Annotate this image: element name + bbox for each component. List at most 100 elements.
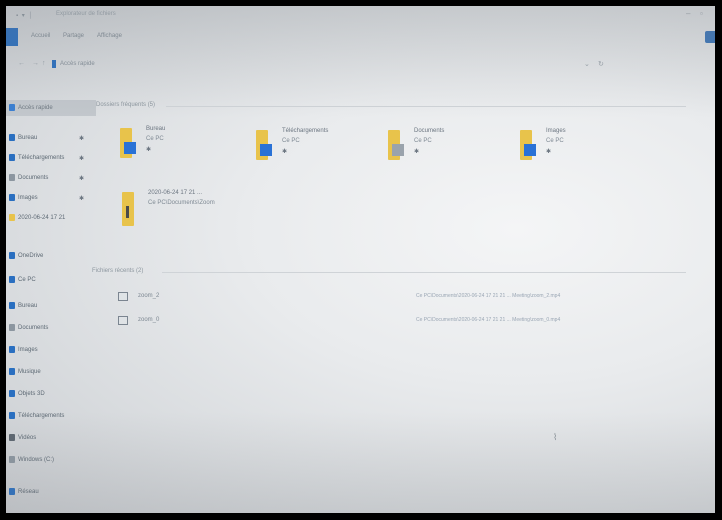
computer-icon [9,276,15,283]
download-icon [9,154,15,161]
folder-name: Images [546,128,566,134]
sidebar-item-label: OneDrive [18,253,44,259]
sidebar-item[interactable]: Vidéos [6,430,96,446]
folder-location: Ce PC [282,138,300,144]
sidebar-item[interactable]: Bureau ✱ [6,130,96,146]
folder-tile[interactable]: Bureau Ce PC ✱ [120,126,240,174]
sidebar-item[interactable]: OneDrive [6,248,96,264]
sidebar-item[interactable]: Images [6,342,96,358]
address-path[interactable]: Accès rapide [60,61,95,67]
folder-name: Bureau [146,126,166,132]
sidebar-item[interactable]: Réseau [6,484,96,500]
folder-name: Documents [414,128,445,134]
file-name: zoom_0 [138,317,160,323]
folder-icon [388,130,404,160]
recent-files-header[interactable]: Fichiers récents (2) [92,268,143,274]
file-explorer-window: ▪ ▾ │ Explorateur de fichiers – ▫ Accuei… [6,6,715,513]
folder-icon [122,192,134,226]
folder-icon [256,130,272,160]
refresh-icon[interactable]: ↻ [598,60,604,68]
minimize-button[interactable]: – [686,9,690,18]
desktop-icon [9,302,15,309]
sidebar-item-label: Téléchargements [18,413,65,419]
pin-icon: ✱ [546,149,552,155]
folder-tile[interactable]: 2020-06-24 17 21 ... Ce PC\Documents\Zoom [122,190,242,238]
quick-access-toolbar[interactable]: ▪ ▾ │ [16,12,33,19]
sidebar-item[interactable]: Accès rapide [6,100,96,116]
sidebar-item[interactable]: Objets 3D [6,386,96,402]
sidebar-item-label: Vidéos [18,435,37,441]
screen-glare [6,6,715,513]
video-file-icon [118,292,128,301]
sidebar-item[interactable]: Images ✱ [6,190,96,206]
folder-icon [120,128,136,158]
sidebar-item[interactable]: 2020-06-24 17 21 [6,210,96,226]
sidebar-item[interactable]: Téléchargements ✱ [6,150,96,166]
ribbon-tabs: Accueil Partage Affichage [6,28,715,46]
header-divider [162,272,686,273]
picture-icon [9,346,15,353]
folder-location: Ce PC [414,138,432,144]
sidebar-item[interactable]: Téléchargements [6,408,96,424]
sidebar-item[interactable]: Documents ✱ [6,170,96,186]
sidebar-item-label: Windows (C:) [18,457,55,463]
tab-share[interactable]: Partage [63,33,84,39]
up-arrow-icon[interactable]: ↑ [42,60,46,67]
drive-icon [9,456,15,463]
forward-arrow-icon[interactable]: → [32,60,39,67]
back-arrow-icon[interactable]: ← [18,60,25,67]
tab-view[interactable]: Affichage [97,33,122,39]
header-divider [166,106,686,107]
dropdown-chevron-icon[interactable]: ⌄ [584,60,590,68]
folder-location: Ce PC\Documents\Zoom [148,200,215,206]
sidebar-item-label: Bureau [18,303,38,309]
pin-icon: ✱ [78,176,84,182]
sidebar-item-label: Accès rapide [18,105,53,111]
video-file-icon [118,316,128,325]
sidebar-item-label: Téléchargements [18,155,65,161]
star-icon [9,104,15,111]
maximize-button[interactable]: ▫ [700,9,703,18]
download-icon [9,412,15,419]
pin-icon: ✱ [414,149,420,155]
pin-icon: ✱ [78,156,84,162]
sidebar-item[interactable]: Documents [6,320,96,336]
tab-home[interactable]: Accueil [31,33,50,39]
folder-icon [9,214,15,221]
sidebar-item-label: Musique [18,369,41,375]
download-icon [260,144,272,156]
picture-icon [524,144,536,156]
sidebar-item[interactable]: Bureau [6,298,96,314]
document-icon [9,324,15,331]
folder-location: Ce PC [146,136,164,142]
help-button[interactable] [705,31,715,43]
sidebar-item-label: Images [18,347,38,353]
video-icon [9,434,15,441]
tab-file[interactable] [6,28,18,46]
pin-icon: ✱ [78,136,84,142]
address-bar: ← → ↑ Accès rapide ⌄ ↻ [6,56,715,74]
folder-tile[interactable]: Documents Ce PC ✱ [388,128,508,176]
frequent-folders-header[interactable]: Dossiers fréquents (5) [96,102,155,108]
cube-icon [9,390,15,397]
recent-file-row[interactable]: zoom_2 Ce PC\Documents\2020-06-24 17 21 2… [114,290,684,304]
desktop-icon [9,134,15,141]
sidebar-item-label: Images [18,195,38,201]
window-title: Explorateur de fichiers [56,11,116,17]
pin-icon: ✱ [78,196,84,202]
navigation-pane: Accès rapide Bureau ✱ Téléchargements ✱ Docum… [6,92,98,512]
folder-tile[interactable]: Téléchargements Ce PC ✱ [256,128,376,176]
zipper-icon [126,206,129,218]
folder-name: 2020-06-24 17 21 ... [148,190,203,196]
cloud-icon [9,252,15,259]
sidebar-item[interactable]: Musique [6,364,96,380]
file-path: Ce PC\Documents\2020-06-24 17 21 21 ... … [416,293,561,299]
sidebar-item-label: Bureau [18,135,38,141]
sidebar-item[interactable]: Windows (C:) [6,452,96,468]
recent-file-row[interactable]: zoom_0 Ce PC\Documents\2020-06-24 17 21 2… [114,314,684,328]
sidebar-item[interactable]: Ce PC [6,272,96,288]
folder-tile[interactable]: Images Ce PC ✱ [520,128,640,176]
pin-icon: ✱ [146,147,152,153]
sidebar-item-label: 2020-06-24 17 21 [18,215,66,221]
sidebar-item-label: Documents [18,175,49,181]
